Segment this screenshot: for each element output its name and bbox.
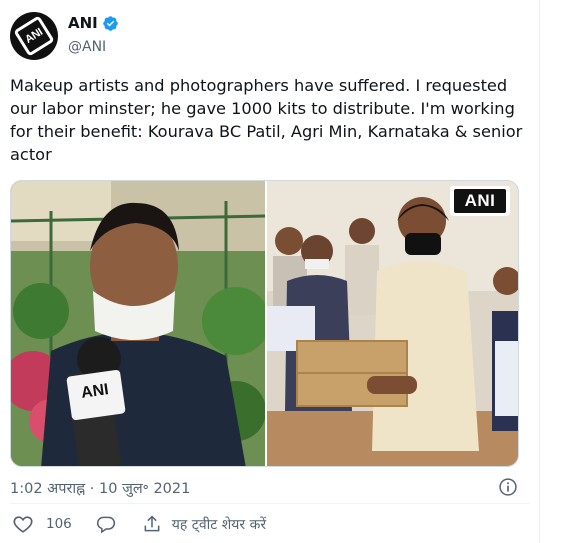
- share-button[interactable]: यह ट्वीट शेयर करें: [116, 514, 266, 534]
- share-icon: [144, 515, 160, 532]
- tweet-actions: 106 यह ट्वीट शेयर करें: [10, 513, 266, 535]
- photo-left-illustration: [11, 181, 265, 466]
- tweet-timestamp[interactable]: 1:02 अपराह्न · 10 जुल॰ 2021: [10, 478, 190, 498]
- media-photo-right[interactable]: ANI: [267, 181, 518, 466]
- display-name[interactable]: ANI: [68, 14, 98, 32]
- tweet-media[interactable]: ANI ANI: [10, 180, 519, 467]
- ani-watermark: ANI: [450, 186, 510, 216]
- media-photo-left[interactable]: ANI: [11, 181, 265, 466]
- heart-icon: [13, 516, 33, 533]
- info-icon[interactable]: [498, 477, 518, 497]
- photo-right-illustration: [267, 181, 518, 466]
- ani-logo: ANI: [13, 15, 55, 57]
- name-row: ANI: [68, 14, 119, 32]
- like-button[interactable]: 106: [10, 513, 72, 535]
- avatar[interactable]: ANI: [10, 12, 58, 60]
- tweet-text: Makeup artists and photographers have su…: [10, 76, 523, 164]
- ani-logo-text: ANI: [23, 26, 45, 46]
- verified-badge-icon: [102, 15, 118, 31]
- divider: [10, 503, 530, 504]
- like-count: 106: [46, 516, 72, 532]
- reply-icon[interactable]: [96, 514, 116, 534]
- user-handle[interactable]: @ANI: [68, 38, 106, 56]
- tweet: ANI ANI @ANI Makeup artists and photogra…: [0, 0, 540, 543]
- share-label: यह ट्वीट शेयर करें: [171, 516, 267, 533]
- ani-watermark-text: ANI: [454, 189, 506, 213]
